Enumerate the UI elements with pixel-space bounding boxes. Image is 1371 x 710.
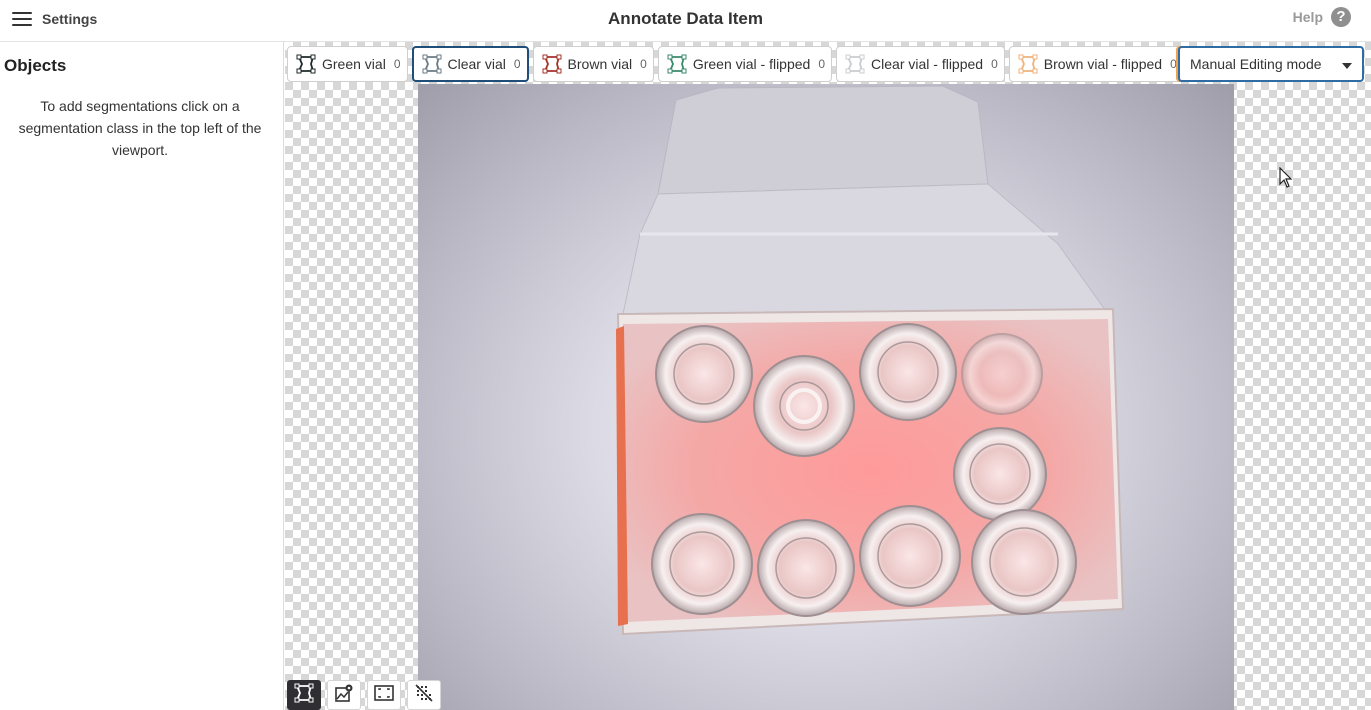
class-count: 0 (393, 57, 401, 71)
class-count: 0 (640, 57, 647, 71)
class-button-clear-vial-flipped[interactable]: Clear vial - flipped 0 (836, 46, 1005, 82)
segmentation-class-bar: Green vial 0 Clear vial 0 Brown vial 0 G… (287, 46, 1184, 82)
polygon-icon (667, 54, 687, 74)
mouse-cursor-icon (1279, 166, 1293, 194)
class-button-green-vial[interactable]: Green vial 0 (287, 46, 408, 82)
polygon-icon (422, 54, 442, 74)
settings-label: Settings (42, 11, 98, 27)
annotation-viewport[interactable]: Green vial 0 Clear vial 0 Brown vial 0 G… (285, 42, 1371, 710)
polygon-icon (845, 54, 865, 74)
class-label: Brown vial (567, 56, 633, 72)
objects-heading: Objects (4, 56, 67, 75)
settings-menu-button[interactable]: Settings (12, 8, 97, 30)
class-label: Green vial (322, 56, 386, 72)
viewport-tools (287, 680, 441, 710)
caret-down-icon (1342, 63, 1352, 69)
class-label: Clear vial - flipped (871, 56, 984, 72)
editing-mode-value: Manual Editing mode (1190, 56, 1322, 72)
question-circle-icon: ? (1331, 7, 1351, 27)
class-label: Brown vial - flipped (1043, 56, 1163, 72)
class-label: Clear vial (447, 56, 506, 72)
bounding-box-icon (373, 684, 395, 707)
help-label: Help (1292, 9, 1323, 25)
class-button-brown-vial[interactable]: Brown vial 0 (532, 46, 654, 82)
bounding-box-button[interactable] (367, 680, 401, 710)
annotation-image[interactable] (418, 84, 1234, 710)
class-button-clear-vial[interactable]: Clear vial 0 (411, 46, 529, 82)
polygon-icon (1018, 54, 1038, 74)
top-bar: Settings Annotate Data Item Help ? (0, 0, 1371, 42)
polygon-icon (542, 54, 562, 74)
class-count: 0 (991, 57, 998, 71)
polygon-tool-icon (294, 683, 314, 708)
help-button[interactable]: Help ? (1293, 7, 1351, 27)
objects-empty-hint: To add segmentations click on a segmenta… (18, 98, 262, 158)
vials-box-photo (616, 85, 1125, 636)
class-count: 0 (818, 57, 826, 71)
clear-mask-button[interactable] (407, 680, 441, 710)
class-label: Green vial - flipped (692, 56, 811, 72)
image-settings-icon (334, 683, 354, 708)
editing-mode-select[interactable]: Manual Editing mode (1178, 46, 1364, 82)
hamburger-menu-icon (12, 12, 32, 26)
polygon-icon (296, 54, 316, 74)
class-count: 0 (1170, 57, 1177, 71)
polygon-tool-button[interactable] (287, 680, 321, 710)
clear-mask-icon (414, 683, 434, 708)
page-title: Annotate Data Item (608, 9, 763, 28)
class-count: 0 (513, 57, 521, 71)
objects-sidebar: Objects To add segmentations click on a … (0, 42, 284, 710)
image-settings-button[interactable] (327, 680, 361, 710)
class-button-brown-vial-flipped[interactable]: Brown vial - flipped 0 (1008, 46, 1184, 82)
class-button-green-vial-flipped[interactable]: Green vial - flipped 0 (657, 46, 833, 82)
